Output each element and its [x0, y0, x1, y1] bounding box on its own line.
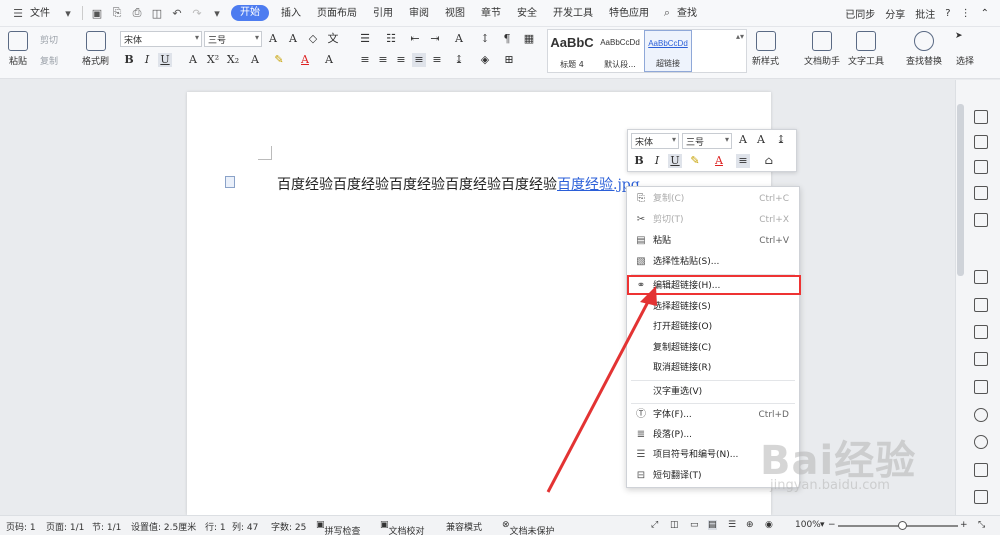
page-view-icon[interactable]: ▤ [708, 520, 717, 530]
sidebar-apps-icon[interactable] [974, 463, 988, 477]
read-mode-icon[interactable]: ◫ [670, 520, 679, 530]
sidebar-table-icon[interactable] [974, 213, 988, 227]
vertical-scrollbar[interactable] [957, 104, 964, 276]
protect-button[interactable]: ⊗ 文档未保护 [502, 520, 555, 535]
zoom-out-icon[interactable]: − [828, 520, 836, 530]
status-words[interactable]: 字数: 25 [271, 520, 306, 533]
sidebar-export-icon[interactable] [974, 298, 988, 312]
arrow-line [546, 297, 652, 493]
zoom-slider-knob[interactable] [898, 521, 907, 530]
outline-view-icon[interactable]: ☰ [728, 520, 736, 530]
proof-label: 文档校对 [388, 527, 425, 535]
proof-button[interactable]: ▣ 文档校对 [380, 520, 425, 535]
zoom-in-icon[interactable]: + [960, 520, 968, 530]
status-section[interactable]: 节: 1/1 [92, 520, 121, 533]
sidebar-select-icon[interactable] [974, 135, 988, 149]
sidebar-picture-icon[interactable] [974, 380, 988, 394]
sidebar-grid-icon[interactable] [974, 490, 988, 504]
sidebar-transfer-icon[interactable] [974, 352, 988, 366]
spell-check-label: 拼写检查 [324, 527, 361, 535]
status-pages[interactable]: 页面: 1/1 [46, 520, 84, 533]
fit-icon[interactable]: ⤡ [978, 520, 985, 530]
status-row[interactable]: 行: 1 [205, 520, 226, 533]
sidebar-shape-icon[interactable] [974, 160, 988, 174]
status-col[interactable]: 列: 47 [232, 520, 258, 533]
eye-protect-icon[interactable]: ◉ [765, 520, 773, 530]
sidebar-download-icon[interactable] [974, 408, 988, 422]
arrow-head [640, 286, 657, 306]
sidebar-box-icon[interactable] [974, 325, 988, 339]
sidebar-image-icon[interactable] [974, 270, 988, 284]
sidebar-compass-icon[interactable] [974, 186, 988, 200]
zoom-dropdown-icon[interactable]: ▾ [820, 520, 825, 530]
dual-page-icon[interactable]: ▭ [690, 520, 699, 530]
status-bar: 页码: 1 页面: 1/1 节: 1/1 设置值: 2.5厘米 行: 1 列: … [0, 515, 1000, 535]
baidu-watermark: Bai经验 jingyan.baidu.com [760, 428, 916, 493]
status-compat: 兼容模式 [446, 523, 483, 533]
spell-check-button[interactable]: ▣ 拼写检查 [316, 520, 361, 535]
fullscreen-icon[interactable]: ⤢ [651, 520, 658, 530]
sidebar-cursor-icon[interactable] [974, 110, 988, 124]
zoom-level[interactable]: 100% [795, 520, 821, 530]
watermark-url: jingyan.baidu.com [770, 478, 890, 493]
sidebar-history-icon[interactable] [974, 435, 988, 449]
protect-label: 文档未保护 [509, 527, 555, 535]
status-page-num[interactable]: 页码: 1 [6, 520, 36, 533]
status-setting[interactable]: 设置值: 2.5厘米 [131, 520, 196, 533]
web-view-icon[interactable]: ⊕ [746, 520, 754, 530]
